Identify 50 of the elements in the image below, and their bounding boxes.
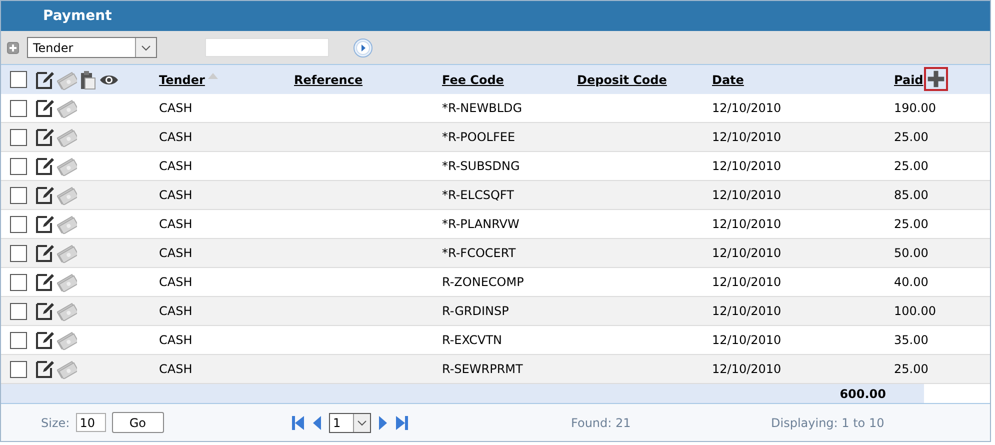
table-cell: *R-POOLFEE <box>442 130 516 144</box>
table-cell: 100.00 <box>894 304 936 318</box>
table-cell: CASH <box>159 275 192 289</box>
table-cell: 35.00 <box>894 333 928 347</box>
table-cell: 25.00 <box>894 362 928 376</box>
table-cell: 12/10/2010 <box>712 130 782 144</box>
table-cell: *R-ELCSQFT <box>442 188 514 202</box>
table-cell: *R-PLANRVW <box>442 217 520 231</box>
displaying-range: Displaying: 1 to 10 <box>771 416 884 430</box>
table-cell: 12/10/2010 <box>712 246 782 260</box>
table-cell: 12/10/2010 <box>712 101 782 115</box>
table-cell: 25.00 <box>894 217 928 231</box>
total-amount: 600.00 <box>840 386 886 400</box>
table-cell: CASH <box>159 362 192 376</box>
table-cell: CASH <box>159 304 192 318</box>
table-cell: R-SEWRPRMT <box>442 362 523 376</box>
table-cell: *R-NEWBLDG <box>442 101 522 115</box>
filter-dropdown[interactable]: Tender <box>27 37 157 58</box>
panel-title: Payment <box>43 8 112 24</box>
table-cell: R-EXCVTN <box>442 333 502 347</box>
table-cell: 25.00 <box>894 130 928 144</box>
size-label: Size: <box>41 416 70 430</box>
table-cell: 12/10/2010 <box>712 159 782 173</box>
table-cell: CASH <box>159 101 192 115</box>
table-cell: 40.00 <box>894 275 928 289</box>
page-dropdown[interactable]: 1 <box>329 412 371 432</box>
column-header[interactable]: Date <box>712 72 744 86</box>
table-cell: R-ZONECOMP <box>442 275 524 289</box>
table-cell: 12/10/2010 <box>712 217 782 231</box>
table-cell: *R-FCOCERT <box>442 246 516 260</box>
table-cell: 85.00 <box>894 188 928 202</box>
go-button[interactable]: Go <box>112 412 164 433</box>
table-cell: CASH <box>159 217 192 231</box>
page-size-field[interactable]: 10 <box>76 413 106 432</box>
table-cell: 50.00 <box>894 246 928 260</box>
table-cell: R-GRDINSP <box>442 304 509 318</box>
table-cell: 12/10/2010 <box>712 304 782 318</box>
table-cell: CASH <box>159 130 192 144</box>
table-cell: 12/10/2010 <box>712 275 782 289</box>
found-count: Found: 21 <box>571 416 632 430</box>
table-cell: 25.00 <box>894 159 928 173</box>
table-cell: CASH <box>159 246 192 260</box>
table-cell: CASH <box>159 159 192 173</box>
table-cell: *R-SUBSDNG <box>442 159 520 173</box>
table-cell: 12/10/2010 <box>712 362 782 376</box>
table-cell: 12/10/2010 <box>712 333 782 347</box>
table-cell: 190.00 <box>894 101 936 115</box>
table-cell: 12/10/2010 <box>712 188 782 202</box>
table-cell: CASH <box>159 188 192 202</box>
table-cell: CASH <box>159 333 192 347</box>
